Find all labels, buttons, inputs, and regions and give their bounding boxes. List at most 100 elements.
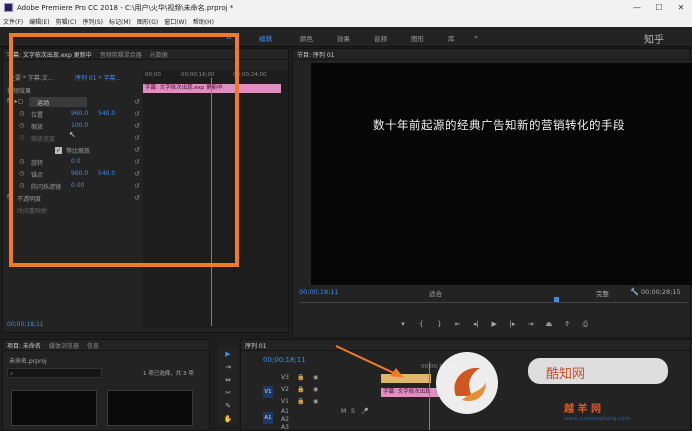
track-label-a3[interactable]: A3 [281,424,289,431]
go-to-out-icon[interactable]: ⇥ [523,320,539,328]
master-clip-label[interactable]: 主要 * 字幕:文... [9,73,54,82]
ripple-edit-tool-icon[interactable]: ⇹ [223,374,234,385]
rotation-value[interactable]: 0.0 [71,158,81,165]
track-label-v2[interactable]: V2 [281,386,289,393]
menu-edit[interactable]: 编辑(E) [29,17,49,26]
mute-m-icon[interactable]: M [341,408,346,415]
mark-out-icon[interactable]: } [431,320,447,328]
stopwatch-icon[interactable]: ◷ [19,110,24,117]
menu-sequence[interactable]: 序列(S) [83,17,104,26]
reset-icon[interactable]: ↺ [134,122,140,130]
effect-controls-timecode[interactable]: 00;00;18;11 [7,321,44,328]
motion-effect-label[interactable]: 运动 [37,98,49,107]
eye-visibility-icon[interactable]: ◉ [313,374,318,381]
extract-icon[interactable]: ⇮ [559,320,575,328]
export-frame-camera-icon[interactable]: ⎙ [577,320,593,329]
workspace-tab-libraries[interactable]: 库 [448,33,455,43]
play-button-icon[interactable]: ▶ [486,320,502,328]
minimize-button[interactable]: — [626,3,648,12]
tab-metadata[interactable]: 元数据 [150,50,168,59]
close-button[interactable]: ✕ [670,3,692,12]
project-item-thumbnail[interactable] [107,390,193,426]
menu-file[interactable]: 文件(F) [3,17,23,26]
go-to-in-icon[interactable]: ⇤ [450,320,466,328]
project-item-thumbnail[interactable] [11,390,97,426]
time-remap-label[interactable]: 时间重映射 [17,206,47,215]
step-back-icon[interactable]: ◂| [468,320,484,328]
monitor-playhead[interactable] [554,297,559,302]
stopwatch-icon[interactable]: ◷ [19,158,24,165]
monitor-current-timecode[interactable]: 00;00;18;11 [299,288,339,296]
source-patch-v1[interactable]: V1 [263,386,273,398]
tab-media-browser[interactable]: 媒体浏览器 [49,341,79,350]
razor-tool-icon[interactable]: ✂ [223,387,234,398]
workspace-tab-color[interactable]: 颜色 [300,33,313,43]
timeline-timecode[interactable]: 00;00;18;11 [263,356,306,364]
stopwatch-icon[interactable]: ◷ [19,122,24,129]
tab-sequence-01[interactable]: 序列 01 [245,341,267,350]
position-y-value[interactable]: 540.0 [98,110,115,117]
reset-icon[interactable]: ↺ [134,182,140,190]
track-label-v1[interactable]: V1 [281,398,289,405]
project-search-input[interactable]: ⌕ [7,368,102,378]
program-monitor-title[interactable]: 节目: 序列 01 [297,50,334,59]
lock-icon[interactable]: 🔒 [297,398,304,405]
track-select-tool-icon[interactable]: ⇥ [223,361,234,372]
anchor-x-value[interactable]: 960.0 [71,170,88,177]
maximize-button[interactable]: ☐ [648,3,670,12]
antiflicker-value[interactable]: 0.00 [71,182,84,189]
home-icon[interactable]: ⌂ [227,33,231,41]
mini-clip[interactable]: 字幕: 文字依次出现.exp 更新中 [143,84,281,93]
reset-icon[interactable]: ↺ [134,194,140,202]
menu-clip[interactable]: 剪辑(C) [56,17,77,26]
lock-icon[interactable]: 🔒 [297,374,304,381]
step-forward-icon[interactable]: |▸ [504,320,520,328]
anchor-y-value[interactable]: 540.0 [98,170,115,177]
monitor-scrub-bar[interactable] [299,297,687,303]
reset-icon[interactable]: ↺ [134,98,140,106]
fit-zoom-select[interactable]: 适合 [429,288,442,298]
uniform-scale-checkbox[interactable]: ✓ [55,147,62,154]
add-marker-icon[interactable]: ▾ [395,320,411,328]
hand-tool-icon[interactable]: ✋ [223,413,234,424]
mini-playhead[interactable] [211,78,212,326]
opacity-label[interactable]: 不透明度 [17,194,41,203]
workspace-tab-effects[interactable]: 效果 [337,33,350,43]
reset-icon[interactable]: ↺ [134,170,140,178]
lift-icon[interactable]: ⏏ [541,320,557,328]
position-x-value[interactable]: 960.0 [71,110,88,117]
stopwatch-icon[interactable]: ◷ [19,170,24,177]
mark-in-icon[interactable]: { [413,320,429,328]
solo-s-icon[interactable]: S [351,408,355,415]
workspace-tab-edit[interactable]: 编辑 [259,33,272,43]
tab-effect-controls[interactable]: 字幕: 文字依次出现.exp 更新中 [7,50,92,59]
reset-icon[interactable]: ↺ [134,110,140,118]
microphone-icon[interactable]: 🎤 [361,408,368,415]
selection-tool-icon[interactable]: ▶ [223,348,234,359]
workspace-tab-graphics[interactable]: 图形 [411,33,424,43]
sequence-clip-label[interactable]: 序列 01 * 字幕... [75,73,121,82]
timeline-playhead[interactable] [429,362,430,430]
workspace-tab-audio[interactable]: 音频 [374,33,387,43]
stopwatch-icon[interactable]: ◷ [19,182,24,189]
scale-value[interactable]: 100.0 [71,122,88,129]
reset-icon[interactable]: ↺ [134,134,140,142]
eye-visibility-icon[interactable]: ◉ [313,398,318,405]
reset-icon[interactable]: ↺ [134,146,140,154]
track-label-a1[interactable]: A1 [281,408,289,415]
track-label-v3[interactable]: V3 [281,374,289,381]
menu-window[interactable]: 窗口(W) [164,17,187,26]
lock-icon[interactable]: 🔒 [297,386,304,393]
program-video-frame[interactable]: 数十年前起源的经典广告知新的营销转化的手段 [311,63,692,285]
menu-graphics[interactable]: 图形(G) [137,17,158,26]
playback-resolution-select[interactable]: 完整 [596,288,609,298]
tab-info[interactable]: 信息 [87,341,99,350]
menu-marker[interactable]: 标记(M) [109,17,131,26]
source-patch-a1[interactable]: A1 [263,412,273,424]
tab-project[interactable]: 项目: 未命名 [7,341,41,350]
eye-visibility-icon[interactable]: ◉ [313,386,318,393]
tab-audio-clip-mixer[interactable]: 音频剪辑混合器 [100,50,142,59]
menu-help[interactable]: 帮助(H) [193,17,214,26]
keyframe-area[interactable]: 00;00 00;00;16;00 00;00;24;00 字幕: 文字依次出现… [143,70,288,328]
reset-icon[interactable]: ↺ [134,158,140,166]
